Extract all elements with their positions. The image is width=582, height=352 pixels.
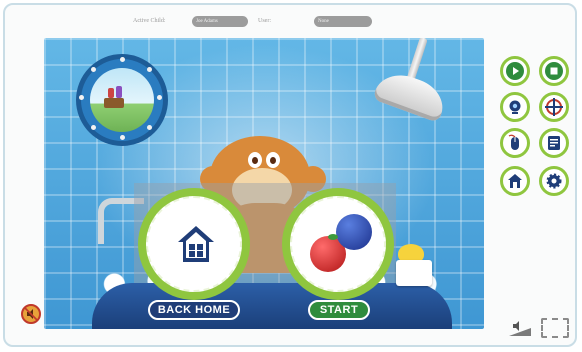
leaf-icon [328,234,338,240]
monkey-eye-left [248,152,262,168]
porthole-window [76,54,168,146]
target-button[interactable] [539,92,569,122]
mouse-button[interactable] [500,128,530,158]
play-button[interactable] [500,56,530,86]
house-icon [178,226,214,262]
session-bar: Active Child: Joe Adams User: None [0,0,582,34]
stop-icon [545,62,563,80]
porthole-scene [90,68,154,132]
active-child-field[interactable]: Joe Adams [192,16,248,27]
notes-icon [548,136,560,150]
home-button[interactable] [500,166,530,196]
start-button[interactable]: START [308,300,370,320]
mouse-icon [508,134,519,150]
user-field[interactable]: None [314,16,372,27]
start-circle-button[interactable] [282,188,394,300]
user-label: User: [258,18,271,24]
fullscreen-button[interactable] [541,318,569,338]
webcam-button[interactable] [500,92,530,122]
shower-pipe [406,38,428,82]
settings-button[interactable] [539,166,569,196]
back-home-circle-button[interactable] [138,188,250,300]
active-child-label: Active Child: [133,18,166,24]
no-sound-icon [24,307,38,321]
volume-icon[interactable] [507,318,533,338]
gear-icon [546,173,562,189]
duck-card [396,260,432,286]
play-icon [506,62,524,80]
notes-button[interactable] [539,128,569,158]
home-icon [508,174,522,188]
bathtub [92,283,452,329]
back-home-button[interactable]: BACK HOME [148,300,240,320]
game-canvas[interactable]: BACK HOME START [44,38,484,329]
blue-ball-icon [336,214,372,250]
monkey-eye-right [266,152,280,168]
target-icon [545,98,563,116]
stop-button[interactable] [539,56,569,86]
mute-sound-button[interactable] [21,304,41,324]
webcam-icon [509,100,521,114]
